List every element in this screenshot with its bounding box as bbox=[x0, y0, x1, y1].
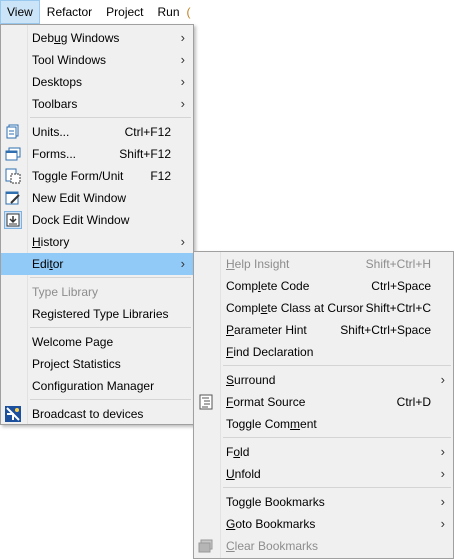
menu-item-label: Parameter Hint bbox=[226, 323, 307, 337]
menu-bar: View Refactor Project Run ( bbox=[0, 0, 454, 24]
broadcast-icon bbox=[4, 405, 22, 423]
menu-item-shortcut: Shift+F12 bbox=[119, 147, 171, 161]
submenu-arrow-icon: › bbox=[180, 234, 185, 249]
menu-item-label: Debug Windows bbox=[32, 31, 120, 45]
menu-item-shortcut: F12 bbox=[150, 169, 171, 183]
submenu-arrow-icon: › bbox=[180, 30, 185, 45]
menu-item-configuration-manager[interactable]: Configuration Manager bbox=[1, 375, 193, 397]
menu-item-shortcut: Ctrl+Space bbox=[371, 279, 431, 293]
menu-item-toggle-form-unit[interactable]: Toggle Form/Unit F12 bbox=[1, 165, 193, 187]
submenu-arrow-icon: › bbox=[180, 256, 185, 271]
menu-item-label: Units... bbox=[32, 125, 70, 139]
menu-item-label: Unfold bbox=[226, 467, 261, 481]
menu-item-label: Format Source bbox=[226, 395, 306, 409]
menu-item-surround[interactable]: Surround › bbox=[194, 369, 453, 391]
format-source-icon bbox=[197, 393, 215, 411]
menu-item-label: Tool Windows bbox=[32, 53, 107, 67]
menu-item-clear-bookmarks[interactable]: Clear Bookmarks bbox=[194, 535, 453, 557]
menu-refactor[interactable]: Refactor bbox=[40, 0, 99, 24]
menu-truncated[interactable]: ( bbox=[187, 0, 191, 24]
menu-item-broadcast-to-devices[interactable]: Broadcast to devices bbox=[1, 403, 193, 425]
menu-item-format-source[interactable]: Format Source Ctrl+D bbox=[194, 391, 453, 413]
menu-item-goto-bookmarks[interactable]: Goto Bookmarks › bbox=[194, 513, 453, 535]
submenu-arrow-icon: › bbox=[180, 52, 185, 67]
menu-item-label: Find Declaration bbox=[226, 345, 314, 359]
menu-item-shortcut: Shift+Ctrl+C bbox=[365, 301, 431, 315]
menu-item-shortcut: Ctrl+D bbox=[396, 395, 431, 409]
menu-item-label: Fold bbox=[226, 445, 250, 459]
menu-item-registered-type-libraries[interactable]: Registered Type Libraries bbox=[1, 303, 193, 325]
menu-item-toggle-bookmarks[interactable]: Toggle Bookmarks › bbox=[194, 491, 453, 513]
menu-item-label: Project Statistics bbox=[32, 357, 121, 371]
menu-item-help-insight[interactable]: Help Insight Shift+Ctrl+H bbox=[194, 253, 453, 275]
menu-item-label: Broadcast to devices bbox=[32, 407, 144, 421]
menu-item-unfold[interactable]: Unfold › bbox=[194, 463, 453, 485]
submenu-arrow-icon: › bbox=[180, 74, 185, 89]
menu-item-toolbars[interactable]: Toolbars › bbox=[1, 93, 193, 115]
menu-item-shortcut: Shift+Ctrl+H bbox=[365, 257, 431, 271]
menu-item-toggle-comment[interactable]: Toggle Comment bbox=[194, 413, 453, 435]
menu-item-label: Welcome Page bbox=[32, 335, 114, 349]
new-edit-window-icon bbox=[4, 189, 22, 207]
units-icon bbox=[4, 123, 22, 141]
menu-item-label: Help Insight bbox=[226, 257, 290, 271]
menu-item-label: Forms... bbox=[32, 147, 76, 161]
menu-item-history[interactable]: History › bbox=[1, 231, 193, 253]
menu-item-label: Toolbars bbox=[32, 97, 78, 111]
menu-item-type-library[interactable]: Type Library bbox=[1, 281, 193, 303]
menu-run[interactable]: Run bbox=[151, 0, 187, 24]
menu-item-label: Toggle Bookmarks bbox=[226, 495, 325, 509]
submenu-arrow-icon: › bbox=[440, 444, 445, 459]
menu-item-label: Goto Bookmarks bbox=[226, 517, 316, 531]
menu-item-label: New Edit Window bbox=[32, 191, 127, 205]
dock-edit-window-icon bbox=[4, 211, 22, 229]
submenu-arrow-icon: › bbox=[440, 494, 445, 509]
menu-item-new-edit-window[interactable]: New Edit Window bbox=[1, 187, 193, 209]
clear-bookmarks-icon bbox=[197, 537, 215, 555]
submenu-arrow-icon: › bbox=[180, 96, 185, 111]
menu-item-complete-code[interactable]: Complete Code Ctrl+Space bbox=[194, 275, 453, 297]
menu-item-label: Dock Edit Window bbox=[32, 213, 130, 227]
submenu-arrow-icon: › bbox=[440, 372, 445, 387]
menu-item-label: History bbox=[32, 235, 70, 249]
menu-item-label: Toggle Comment bbox=[226, 417, 317, 431]
menu-item-debug-windows[interactable]: Debug Windows › bbox=[1, 27, 193, 49]
menu-item-editor[interactable]: Editor › bbox=[1, 253, 193, 275]
forms-icon bbox=[4, 145, 22, 163]
menu-project[interactable]: Project bbox=[99, 0, 150, 24]
menu-item-parameter-hint[interactable]: Parameter Hint Shift+Ctrl+Space bbox=[194, 319, 453, 341]
menu-item-label: Desktops bbox=[32, 75, 83, 89]
view-menu: Debug Windows › Tool Windows › Desktops … bbox=[0, 24, 194, 425]
menu-item-forms[interactable]: Forms... Shift+F12 bbox=[1, 143, 193, 165]
menu-item-label: Registered Type Libraries bbox=[32, 307, 169, 321]
menu-item-project-statistics[interactable]: Project Statistics bbox=[1, 353, 193, 375]
menu-item-complete-class-at-cursor[interactable]: Complete Class at Cursor Shift+Ctrl+C bbox=[194, 297, 453, 319]
menu-view[interactable]: View bbox=[0, 0, 40, 24]
menu-item-dock-edit-window[interactable]: Dock Edit Window bbox=[1, 209, 193, 231]
menu-item-label: Editor bbox=[32, 257, 64, 271]
menu-item-label: Type Library bbox=[32, 285, 99, 299]
menu-item-label: Surround bbox=[226, 373, 276, 387]
menu-item-shortcut: Ctrl+F12 bbox=[124, 125, 171, 139]
menu-item-tool-windows[interactable]: Tool Windows › bbox=[1, 49, 193, 71]
menu-item-label: Toggle Form/Unit bbox=[32, 169, 124, 183]
menu-item-label: Configuration Manager bbox=[32, 379, 155, 393]
menu-item-desktops[interactable]: Desktops › bbox=[1, 71, 193, 93]
menu-item-units[interactable]: Units... Ctrl+F12 bbox=[1, 121, 193, 143]
editor-submenu: Help Insight Shift+Ctrl+H Complete Code … bbox=[193, 251, 454, 559]
submenu-arrow-icon: › bbox=[440, 466, 445, 481]
menu-item-label: Clear Bookmarks bbox=[226, 539, 319, 553]
toggle-form-unit-icon bbox=[4, 167, 22, 185]
menu-item-find-declaration[interactable]: Find Declaration bbox=[194, 341, 453, 363]
menu-item-welcome-page[interactable]: Welcome Page bbox=[1, 331, 193, 353]
submenu-arrow-icon: › bbox=[440, 516, 445, 531]
menu-item-label: Complete Class at Cursor bbox=[226, 301, 364, 315]
menu-item-shortcut: Shift+Ctrl+Space bbox=[340, 323, 431, 337]
menu-item-fold[interactable]: Fold › bbox=[194, 441, 453, 463]
menu-item-label: Complete Code bbox=[226, 279, 310, 293]
